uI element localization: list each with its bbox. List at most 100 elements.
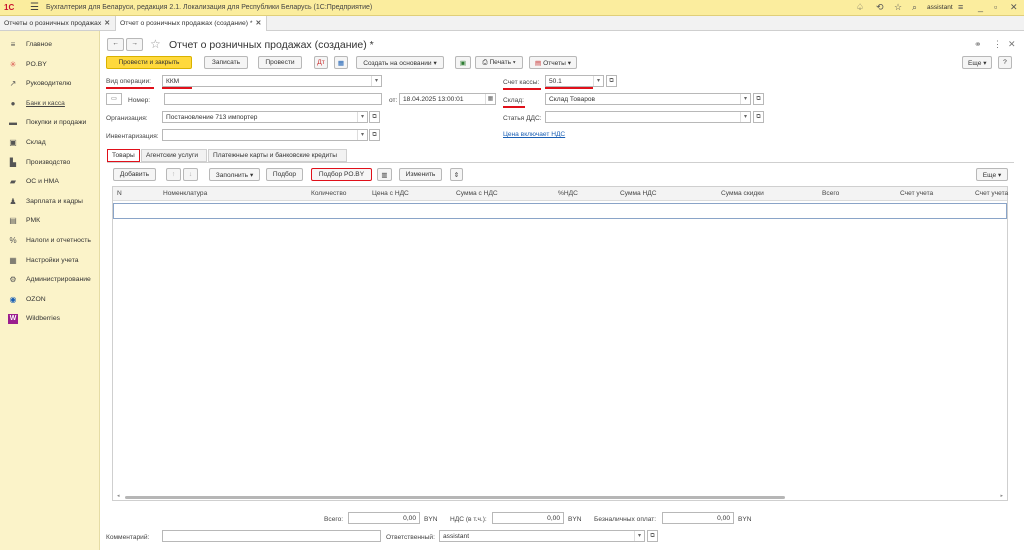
sidebar-item-salary[interactable]: ♟ Зарплата и кадры (0, 192, 100, 212)
comment-field[interactable] (162, 530, 381, 542)
import-icon[interactable]: ⇕ (450, 168, 463, 181)
sidebar-item-main[interactable]: ≡ Главное (0, 35, 100, 55)
chevron-down-icon[interactable]: ▾ (740, 112, 750, 122)
sidebar-item-rmk[interactable]: ▤ РМК (0, 211, 100, 231)
structure-icon[interactable]: ▦ (334, 56, 348, 69)
close-form-icon[interactable]: ✕ (1008, 39, 1016, 50)
sidebar-item-ozon[interactable]: ◉ OZON (0, 290, 100, 310)
goods-table[interactable]: N Номенклатура Количество Цена с НДС Сум… (112, 186, 1008, 501)
reports-button[interactable]: ▤ Отчеты ▾ (529, 56, 577, 69)
history-icon[interactable]: ⟲ (876, 2, 884, 13)
chevron-down-icon[interactable]: ▾ (357, 112, 367, 122)
change-button[interactable]: Изменить (399, 168, 442, 181)
open-responsible-icon[interactable]: ⧉ (647, 530, 658, 542)
sidebar-item-warehouse[interactable]: ▣ Склад (0, 133, 100, 153)
tab-agent-services[interactable]: Агентские услуги (141, 149, 207, 162)
scroll-right-icon[interactable]: ▸ (1000, 493, 1003, 499)
favorite-star-icon[interactable]: ☆ (150, 37, 161, 51)
chevron-down-icon[interactable]: ▾ (593, 76, 603, 86)
fill-button[interactable]: Заполнить ▾ (209, 168, 260, 181)
scroll-left-icon[interactable]: ◂ (117, 493, 120, 499)
link-icon[interactable]: ⚭ (974, 39, 982, 50)
calendar-icon[interactable]: ▦ (485, 94, 495, 104)
pick-poby-button[interactable]: Подбор PO.BY (311, 168, 372, 181)
save-button[interactable]: Записать (204, 56, 248, 69)
dt-kt-icon[interactable]: Дт (314, 56, 328, 69)
minimize-icon[interactable]: _ (978, 2, 983, 12)
excel-icon[interactable]: ▣ (455, 56, 471, 69)
organization-select[interactable]: Постановление 713 импортер ▾ (162, 111, 368, 123)
open-dds-icon[interactable]: ⧉ (753, 111, 764, 123)
col-vat-amount[interactable]: Сумма НДС (620, 190, 657, 197)
sidebar-item-poby[interactable]: ✳ PO.BY (0, 55, 100, 75)
open-cash-account-icon[interactable]: ⧉ (606, 75, 617, 87)
open-organization-icon[interactable]: ⧉ (369, 111, 380, 123)
settings-menu-icon[interactable]: ≡ (958, 2, 963, 12)
number-edit-icon[interactable]: ▭ (106, 93, 122, 105)
post-and-close-button[interactable]: Провести и закрыть (106, 56, 192, 69)
forward-button[interactable]: → (126, 38, 143, 51)
pick-button[interactable]: Подбор (266, 168, 303, 181)
tab-goods[interactable]: Товары (107, 149, 140, 162)
sidebar-item-fixed-assets[interactable]: ▰ ОС и НМА (0, 172, 100, 192)
sidebar-item-admin[interactable]: ⚙ Администрирование (0, 270, 100, 290)
barcode-icon[interactable]: ▥ (377, 168, 392, 181)
col-discount-amount[interactable]: Сумма скидки (721, 190, 764, 197)
col-nomenclature[interactable]: Номенклатура (163, 190, 207, 197)
chevron-down-icon[interactable]: ▾ (740, 94, 750, 104)
col-vat-rate[interactable]: %НДС (558, 190, 578, 197)
price-includes-vat-link[interactable]: Цена включает НДС (503, 131, 565, 138)
sidebar-item-purchases-sales[interactable]: ▬ Покупки и продажи (0, 113, 100, 133)
chevron-down-icon[interactable]: ▾ (371, 76, 381, 86)
col-account-2[interactable]: Счет учета (975, 190, 1008, 197)
help-button[interactable]: ? (998, 56, 1012, 69)
move-up-icon[interactable]: ↑ (166, 168, 181, 181)
move-down-icon[interactable]: ↓ (183, 168, 198, 181)
chevron-down-icon[interactable]: ▾ (634, 531, 644, 541)
col-total[interactable]: Всего (822, 190, 839, 197)
post-button[interactable]: Провести (258, 56, 302, 69)
col-n[interactable]: N (117, 190, 122, 197)
dds-select[interactable]: ▾ (545, 111, 751, 123)
horizontal-scrollbar[interactable]: ◂ ▸ (117, 493, 1003, 500)
back-button[interactable]: ← (107, 38, 124, 51)
restore-icon[interactable]: ▫ (994, 2, 997, 12)
responsible-select[interactable]: assistant ▾ (439, 530, 645, 542)
open-warehouse-icon[interactable]: ⧉ (753, 93, 764, 105)
scrollbar-thumb[interactable] (125, 496, 785, 499)
warehouse-select[interactable]: Склад Товаров ▾ (545, 93, 751, 105)
chevron-down-icon[interactable]: ▾ (357, 130, 367, 140)
number-field[interactable] (164, 93, 382, 105)
more-button[interactable]: Еще ▾ (962, 56, 992, 69)
tab-payment-cards[interactable]: Платежные карты и банковские кредиты (208, 149, 347, 162)
tab-retail-report-new[interactable]: Отчет о розничных продажах (создание) * ✕ (116, 16, 267, 31)
user-name[interactable]: assistant (927, 4, 953, 11)
cash-account-select[interactable]: 50.1 ▾ (545, 75, 604, 87)
main-menu-icon[interactable]: ☰ (30, 2, 39, 13)
col-quantity[interactable]: Количество (311, 190, 346, 197)
sidebar-item-bank[interactable]: ● Банк и касса (0, 94, 100, 114)
sidebar-item-manager[interactable]: ↗ Руководителю (0, 74, 100, 94)
close-window-icon[interactable]: ✕ (1010, 2, 1018, 13)
more-vertical-icon[interactable]: ⋮ (993, 39, 1002, 50)
notifications-icon[interactable]: ♤ (856, 2, 864, 13)
sidebar-item-taxes[interactable]: % Налоги и отчетность (0, 231, 100, 251)
operation-type-select[interactable]: ККМ ▾ (162, 75, 382, 87)
favorites-icon[interactable]: ☆ (894, 2, 902, 13)
table-row[interactable] (113, 203, 1007, 219)
date-field[interactable]: 18.04.2025 13:00:01 ▦ (399, 93, 496, 105)
col-price-with-vat[interactable]: Цена с НДС (372, 190, 409, 197)
sidebar-item-production[interactable]: ▙ Производство (0, 153, 100, 173)
col-account[interactable]: Счет учета (900, 190, 933, 197)
search-icon[interactable]: ⌕ (912, 2, 917, 13)
col-amount-with-vat[interactable]: Сумма с НДС (456, 190, 498, 197)
close-tab-icon[interactable]: ✕ (104, 20, 110, 27)
print-button[interactable]: ⎙ Печать ▾ (475, 56, 523, 69)
tab-retail-reports-list[interactable]: Отчеты о розничных продажах ✕ (0, 16, 116, 31)
sidebar-item-accounting-settings[interactable]: ▦ Настройки учета (0, 251, 100, 271)
sidebar-item-wildberries[interactable]: W Wildberries (0, 309, 100, 329)
create-based-on-button[interactable]: Создать на основании ▾ (356, 56, 444, 69)
table-more-button[interactable]: Еще ▾ (976, 168, 1008, 181)
inventory-select[interactable]: ▾ (162, 129, 368, 141)
close-tab-icon[interactable]: ✕ (256, 20, 262, 27)
